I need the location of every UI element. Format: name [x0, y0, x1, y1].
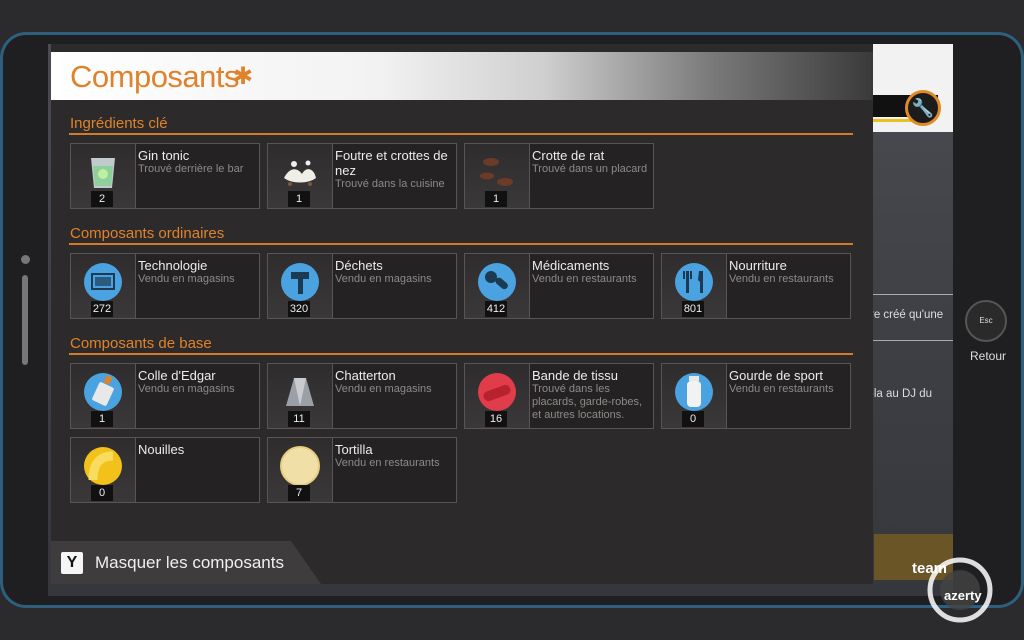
components-panel: Composants ✱ Ingrédients clé 2 Gin tonic…	[51, 44, 873, 584]
card-name: Gin tonic	[138, 148, 190, 163]
component-card-nourriture[interactable]: 801 Nourriture Vendu en restaurants	[661, 253, 851, 319]
card-description: Vendu en magasins	[335, 273, 432, 285]
panel-header: Composants ✱	[51, 52, 873, 100]
card-name: Bande de tissu	[532, 368, 619, 383]
card-count: 272	[91, 301, 113, 317]
watermark-text: team	[912, 560, 948, 577]
tablet-side-button	[22, 275, 28, 365]
hammer-icon	[281, 263, 319, 301]
section-title-key-ingredients: Ingrédients clé	[70, 115, 168, 132]
card-count: 412	[485, 301, 507, 317]
esc-button[interactable]: Esc	[965, 300, 1007, 342]
component-card-crotte-de-rat[interactable]: 1 Crotte de rat Trouvé dans un placard	[464, 143, 654, 209]
puzzle-icon: ✱	[233, 63, 254, 90]
component-card-gourde[interactable]: 0 Gourde de sport Vendu en restaurants	[661, 363, 851, 429]
team-azerty-logo-icon	[927, 557, 993, 623]
component-card-colle[interactable]: 1 Colle d'Edgar Vendu en magasins	[70, 363, 260, 429]
component-card-nouilles[interactable]: 0 Nouilles	[70, 437, 260, 503]
card-description: Vendu en magasins	[335, 383, 432, 395]
glue-icon	[84, 373, 122, 411]
background-text: re créé qu'une	[870, 309, 944, 321]
cloth-icon	[478, 373, 516, 411]
background-divider	[868, 294, 953, 295]
card-name: Colle d'Edgar	[138, 368, 216, 383]
component-card-dechets[interactable]: 320 Déchets Vendu en magasins	[267, 253, 457, 319]
noodle-icon	[84, 447, 122, 485]
gin-tonic-icon	[91, 158, 115, 188]
card-name: Chatterton	[335, 368, 396, 383]
fork-knife-icon	[675, 263, 713, 301]
component-card-technologie[interactable]: 272 Technologie Vendu en magasins	[70, 253, 260, 319]
card-description: Vendu en magasins	[138, 383, 235, 395]
foutre-icon	[284, 160, 316, 186]
section-divider	[69, 133, 853, 135]
hide-components-button[interactable]: Y Masquer les composants	[51, 541, 321, 584]
card-name: Déchets	[335, 258, 383, 273]
component-card-chatterton[interactable]: 11 Chatterton Vendu en magasins	[267, 363, 457, 429]
section-divider	[69, 353, 853, 355]
card-count: 320	[288, 301, 310, 317]
wrench-icon[interactable]: 🔧	[905, 90, 941, 126]
card-name: Nouilles	[138, 442, 185, 457]
component-card-foutre[interactable]: 1 Foutre et crottes de nez Trouvé dans l…	[267, 143, 457, 209]
card-count: 801	[682, 301, 704, 317]
card-count: 11	[288, 411, 310, 427]
section-title-ordinary-components: Composants ordinaires	[70, 225, 225, 242]
component-card-tortilla[interactable]: 7 Tortilla Vendu en restaurants	[267, 437, 457, 503]
technology-icon	[84, 263, 122, 301]
card-count: 1	[485, 191, 507, 207]
card-description: Vendu en restaurants	[729, 273, 834, 285]
background-divider	[868, 340, 953, 341]
component-card-gin-tonic[interactable]: 2 Gin tonic Trouvé derrière le bar	[70, 143, 260, 209]
card-count: 1	[91, 411, 113, 427]
card-description: Vendu en restaurants	[532, 273, 637, 285]
card-name: Foutre et crottes de nez	[335, 148, 448, 178]
card-count: 16	[485, 411, 507, 427]
card-description: Trouvé dans un placard	[532, 163, 648, 175]
card-name: Nourriture	[729, 258, 787, 273]
card-count: 1	[288, 191, 310, 207]
card-count: 0	[682, 411, 704, 427]
card-name: Gourde de sport	[729, 368, 823, 383]
rat-droppings-icon	[480, 158, 513, 186]
back-label: Retour	[970, 349, 1007, 363]
card-name: Crotte de rat	[532, 148, 605, 163]
card-name: Tortilla	[335, 442, 373, 457]
bottle-icon	[675, 373, 713, 411]
card-name: Médicaments	[532, 258, 610, 273]
section-divider	[69, 243, 853, 245]
card-description: Vendu en magasins	[138, 273, 235, 285]
component-card-medicaments[interactable]: 412 Médicaments Vendu en restaurants	[464, 253, 654, 319]
hide-components-label: Masquer les composants	[95, 553, 284, 572]
card-name: Technologie	[138, 258, 208, 273]
pills-icon	[478, 263, 516, 301]
card-description: Trouvé dans la cuisine	[335, 178, 445, 190]
card-description: Vendu en restaurants	[335, 457, 440, 469]
background-text: -la au DJ du	[870, 388, 933, 400]
card-description: Trouvé derrière le bar	[138, 163, 244, 175]
component-card-bande-de-tissu[interactable]: 16 Bande de tissu Trouvé dans les placar…	[464, 363, 654, 429]
card-count: 0	[91, 485, 113, 501]
tortilla-icon	[280, 446, 320, 486]
card-description: Vendu en restaurants	[729, 383, 834, 395]
card-count: 2	[91, 191, 113, 207]
page-title: Composants	[70, 59, 240, 94]
watermark-text: azerty	[944, 588, 982, 603]
card-description: Trouvé dans les placards, garde-robes, e…	[532, 383, 643, 421]
card-count: 7	[288, 485, 310, 501]
tape-icon	[286, 378, 314, 406]
y-key-icon: Y	[61, 552, 83, 574]
section-title-base-components: Composants de base	[70, 335, 212, 352]
tablet-camera-dot	[21, 255, 30, 264]
